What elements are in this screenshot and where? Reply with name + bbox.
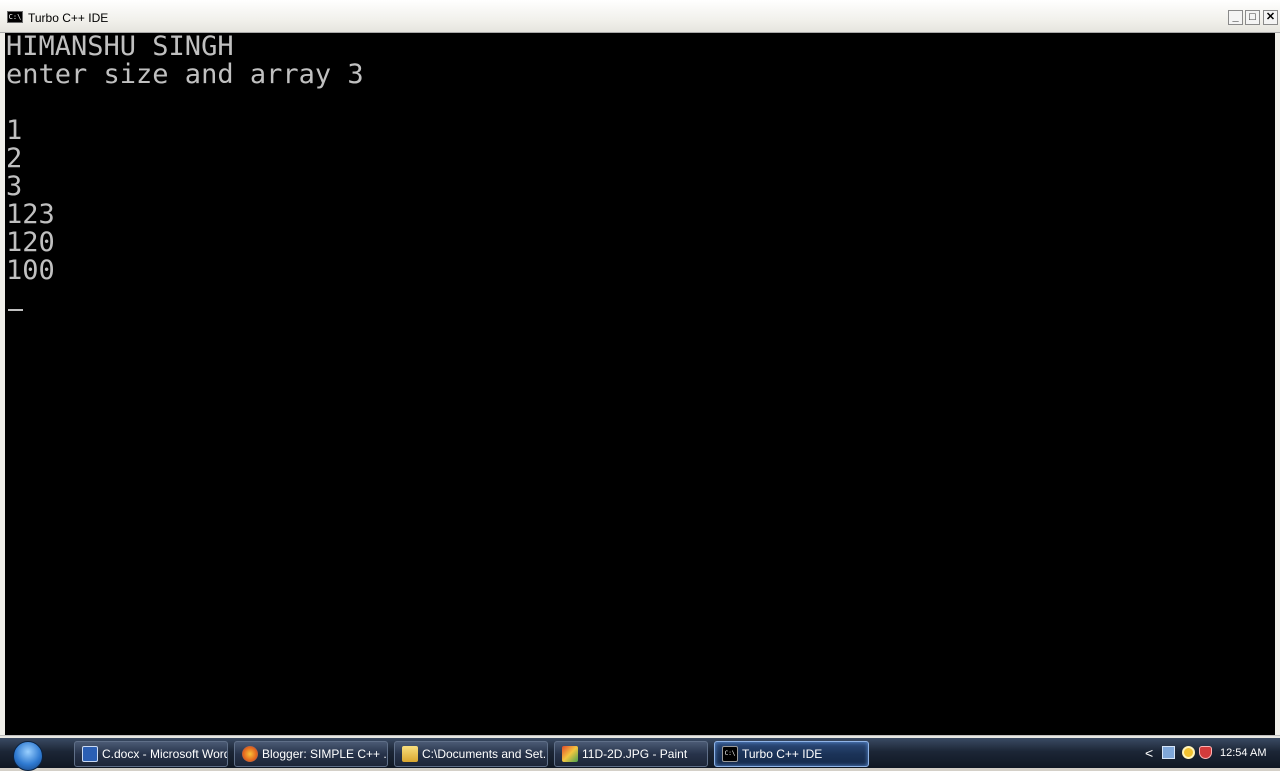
minimize-icon: _: [1232, 11, 1239, 23]
taskbar-item-label: C:\Documents and Set...: [422, 747, 548, 761]
taskbar-item-word[interactable]: C.docx - Microsoft Word: [74, 741, 228, 767]
maximize-button[interactable]: □: [1245, 10, 1260, 25]
console-app-icon[interactable]: C:\: [7, 11, 23, 23]
firefox-icon: [242, 746, 258, 762]
windows-logo-icon: [13, 741, 43, 771]
console-icon: C:\: [722, 746, 738, 762]
window-title: Turbo C++ IDE: [28, 11, 109, 25]
maximize-icon: □: [1249, 11, 1256, 23]
console-line: 2: [6, 143, 23, 174]
minimize-button[interactable]: _: [1228, 10, 1243, 25]
paint-icon: [562, 746, 578, 762]
console-line: 120: [6, 227, 55, 258]
taskbar-item-turbo-cpp[interactable]: C:\ Turbo C++ IDE: [714, 741, 869, 767]
console-line: 100: [6, 255, 55, 286]
taskbar-item-explorer[interactable]: C:\Documents and Set...: [394, 741, 548, 767]
console-line: 3: [6, 171, 23, 202]
folder-icon: [402, 746, 418, 762]
console-window: C:\ Turbo C++ IDE _ □ ✕ HIMANSHU SINGH e…: [0, 0, 1280, 738]
taskbar-item-label: C.docx - Microsoft Word: [102, 747, 228, 761]
network-icon[interactable]: [1162, 746, 1175, 759]
update-icon[interactable]: [1182, 746, 1195, 759]
show-hidden-icons-chevron-icon[interactable]: <: [1145, 744, 1153, 762]
console-line: 1: [6, 115, 23, 146]
start-button[interactable]: [9, 740, 47, 771]
text-cursor: [8, 309, 23, 311]
taskbar-item-blogger[interactable]: Blogger: SIMPLE C++ ...: [234, 741, 388, 767]
security-shield-icon[interactable]: [1199, 746, 1212, 759]
clock[interactable]: 12:54 AM: [1220, 745, 1266, 761]
title-bar[interactable]: C:\ Turbo C++ IDE _ □ ✕: [0, 0, 1280, 33]
console-line: enter size and array 3: [6, 59, 364, 90]
word-icon: [82, 746, 98, 762]
console-line: 123: [6, 199, 55, 230]
taskbar-item-label: Turbo C++ IDE: [742, 747, 823, 761]
console-line: HIMANSHU SINGH: [6, 33, 234, 62]
close-icon: ✕: [1265, 11, 1276, 23]
close-button[interactable]: ✕: [1263, 10, 1278, 25]
console-output[interactable]: HIMANSHU SINGH enter size and array 3 1 …: [5, 33, 1275, 735]
taskbar-item-label: Blogger: SIMPLE C++ ...: [262, 747, 388, 761]
taskbar-item-label: 11D-2D.JPG - Paint: [582, 747, 688, 761]
taskbar-item-paint[interactable]: 11D-2D.JPG - Paint: [554, 741, 708, 767]
